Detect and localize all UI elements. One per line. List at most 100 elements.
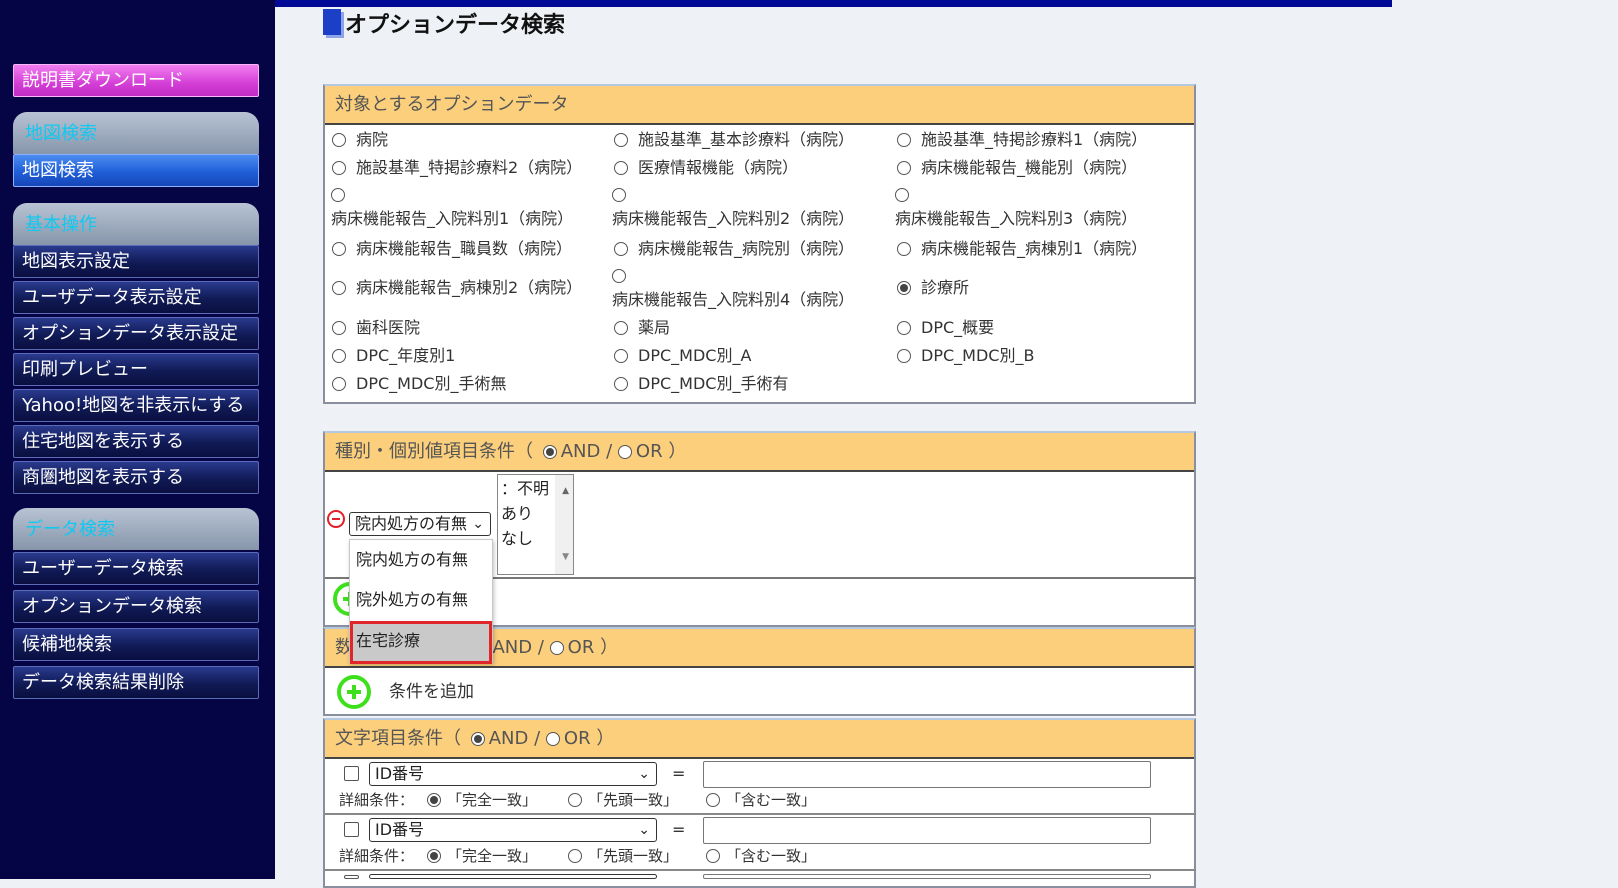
row-enable-checkbox[interactable] — [344, 822, 359, 837]
text-value-input[interactable] — [703, 874, 1151, 879]
scroll-down-icon[interactable]: ▼ — [562, 545, 569, 570]
option-radio[interactable]: 病床機能報告_病棟別1（病院） — [897, 236, 1147, 261]
option-radio[interactable]: 施設基準_特掲診療料1（病院） — [897, 127, 1147, 152]
remove-condition-icon[interactable] — [327, 510, 345, 528]
sidebar-section-basic-ops: 基本操作 — [13, 203, 259, 245]
sidebar-item-show-housing-map[interactable]: 住宅地図を表示する — [13, 425, 259, 458]
option-radio[interactable]: 病床機能報告_病棟別2（病院） — [332, 275, 582, 300]
row-enable-checkbox[interactable] — [344, 766, 359, 781]
option-radio[interactable]: DPC_MDC別_B — [897, 343, 1034, 368]
option-radio[interactable]: 病院 — [332, 127, 388, 152]
option-radio[interactable]: 病床機能報告_機能別（病院） — [897, 155, 1137, 180]
field-select[interactable]: 院内処方の有無 ⌄ — [349, 512, 491, 536]
text-field-select[interactable] — [369, 874, 657, 879]
listbox-scrollbar[interactable]: ▲ ▼ — [555, 475, 573, 574]
radio-icon[interactable] — [332, 161, 346, 175]
text-field-select[interactable]: ID番号 ⌄ — [369, 762, 657, 786]
option-radio[interactable]: 病床機能報告_入院料別2（病院） — [612, 183, 874, 231]
dropdown-option-highlighted[interactable]: 在宅診療 — [350, 621, 492, 664]
radio-icon[interactable] — [614, 242, 628, 256]
radio-icon[interactable] — [706, 849, 720, 863]
and-radio[interactable] — [542, 445, 557, 459]
sidebar-item-option-data-display-settings[interactable]: オプションデータ表示設定 — [13, 317, 259, 350]
option-radio[interactable]: 病床機能報告_入院料別4（病院） — [612, 264, 874, 312]
option-radio[interactable]: 施設基準_基本診療料（病院） — [614, 127, 854, 152]
match-radio-exact[interactable]: 「完全一致」 — [427, 790, 537, 810]
match-radio-prefix[interactable]: 「先頭一致」 — [568, 790, 678, 810]
sidebar-item-candidate-site-search[interactable]: 候補地検索 — [13, 628, 259, 661]
text-field-select[interactable]: ID番号 ⌄ — [369, 818, 657, 842]
option-radio[interactable]: DPC_概要 — [897, 315, 994, 340]
sidebar-item-hide-yahoo-map[interactable]: Yahoo!地図を非表示にする — [13, 389, 259, 422]
radio-icon[interactable] — [897, 321, 911, 335]
match-radio-prefix[interactable]: 「先頭一致」 — [568, 846, 678, 866]
add-condition-icon[interactable] — [337, 675, 371, 709]
radio-icon[interactable] — [332, 281, 346, 295]
or-radio[interactable] — [545, 732, 560, 746]
radio-icon[interactable] — [612, 188, 626, 202]
radio-checked-icon[interactable] — [427, 793, 441, 807]
sidebar-item-user-data-display-settings[interactable]: ユーザデータ表示設定 — [13, 281, 259, 314]
radio-checked-icon[interactable] — [897, 281, 911, 295]
radio-icon[interactable] — [332, 321, 346, 335]
sidebar-item-option-data-search[interactable]: オプションデータ検索 — [13, 590, 259, 623]
radio-icon[interactable] — [897, 161, 911, 175]
radio-icon[interactable] — [331, 188, 345, 202]
sidebar-item-show-trade-area-map[interactable]: 商圏地図を表示する — [13, 461, 259, 494]
text-value-input[interactable] — [703, 817, 1151, 844]
option-radio[interactable]: 医療情報機能（病院） — [614, 155, 798, 180]
option-radio[interactable]: 病床機能報告_病院別（病院） — [614, 236, 854, 261]
radio-icon[interactable] — [897, 242, 911, 256]
radio-icon[interactable] — [895, 188, 909, 202]
or-radio[interactable] — [617, 445, 632, 459]
value-listbox[interactable]: ：不明 あり なし ▲ ▼ — [497, 474, 574, 575]
match-radio-contains[interactable]: 「含む一致」 — [706, 790, 816, 810]
radio-icon[interactable] — [706, 793, 720, 807]
radio-icon[interactable] — [612, 269, 626, 283]
row-enable-checkbox[interactable] — [344, 875, 359, 879]
radio-icon[interactable] — [614, 161, 628, 175]
radio-icon[interactable] — [614, 349, 628, 363]
option-radio[interactable]: DPC_MDC別_A — [614, 343, 751, 368]
option-radio[interactable]: 病床機能報告_入院料別1（病院） — [331, 183, 593, 231]
sidebar-item-map-search[interactable]: 地図検索 — [13, 154, 259, 187]
radio-icon[interactable] — [568, 793, 582, 807]
radio-icon[interactable] — [614, 321, 628, 335]
radio-icon[interactable] — [897, 349, 911, 363]
match-radio-contains[interactable]: 「含む一致」 — [706, 846, 816, 866]
option-radio[interactable]: 施設基準_特掲診療料2（病院） — [332, 155, 582, 180]
radio-checked-icon[interactable] — [427, 849, 441, 863]
text-value-input[interactable] — [703, 761, 1151, 788]
option-radio[interactable]: 病床機能報告_職員数（病院） — [332, 236, 572, 261]
option-radio[interactable]: 薬局 — [614, 315, 670, 340]
radio-icon[interactable] — [568, 849, 582, 863]
chevron-down-icon: ⌄ — [638, 822, 650, 838]
field-dropdown-list[interactable]: 院内処方の有無 院外処方の有無 在宅診療 — [349, 539, 493, 664]
radio-icon[interactable] — [332, 377, 346, 391]
dropdown-option[interactable]: 院内処方の有無 — [350, 540, 492, 580]
radio-icon[interactable] — [614, 377, 628, 391]
option-radio[interactable]: DPC_MDC別_手術無 — [332, 371, 506, 396]
sidebar-item-map-display-settings[interactable]: 地図表示設定 — [13, 245, 259, 278]
title-marker — [323, 9, 341, 35]
option-radio[interactable]: DPC_MDC別_手術有 — [614, 371, 788, 396]
dropdown-option[interactable]: 院外処方の有無 — [350, 580, 492, 620]
and-radio[interactable] — [470, 732, 485, 746]
radio-icon[interactable] — [332, 349, 346, 363]
scroll-up-icon[interactable]: ▲ — [562, 479, 569, 504]
option-radio[interactable]: 病床機能報告_入院料別3（病院） — [895, 183, 1157, 231]
radio-icon[interactable] — [897, 133, 911, 147]
radio-icon[interactable] — [614, 133, 628, 147]
radio-icon[interactable] — [332, 242, 346, 256]
option-radio[interactable]: DPC_年度別1 — [332, 343, 455, 368]
add-condition-label[interactable]: 条件を追加 — [389, 682, 474, 702]
match-radio-exact[interactable]: 「完全一致」 — [427, 846, 537, 866]
manual-download-button[interactable]: 説明書ダウンロード — [13, 64, 259, 97]
sidebar-item-user-data-search[interactable]: ユーザーデータ検索 — [13, 552, 259, 585]
or-radio[interactable] — [549, 641, 564, 655]
option-radio[interactable]: 歯科医院 — [332, 315, 420, 340]
sidebar-item-clear-search-results[interactable]: データ検索結果削除 — [13, 666, 259, 699]
option-radio-selected[interactable]: 診療所 — [897, 275, 969, 300]
radio-icon[interactable] — [332, 133, 346, 147]
sidebar-item-print-preview[interactable]: 印刷プレビュー — [13, 353, 259, 386]
